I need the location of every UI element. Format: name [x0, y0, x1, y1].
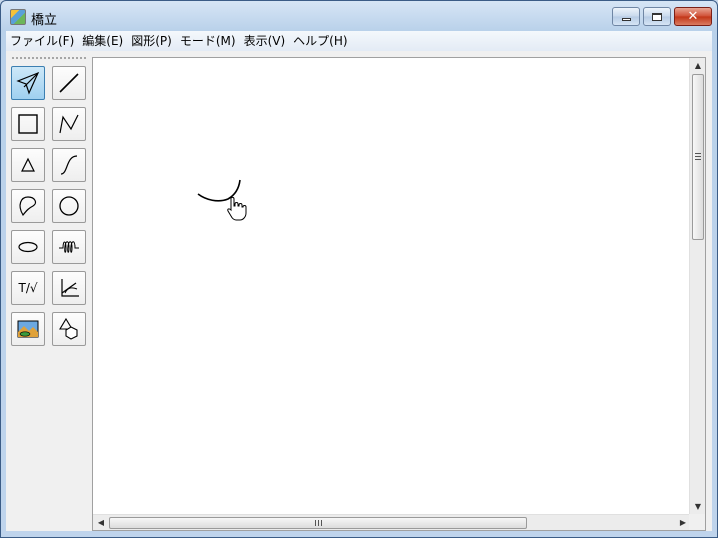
select-tool-button[interactable]	[11, 66, 45, 100]
menu-shape[interactable]: 図形(P)	[127, 32, 176, 51]
curve-tool-button[interactable]	[52, 148, 86, 182]
curve-icon	[60, 155, 78, 175]
image-tool-button[interactable]	[11, 312, 45, 346]
solid-shapes-icon	[59, 317, 78, 340]
line-icon	[59, 73, 79, 93]
hand-pointer-icon	[227, 196, 247, 221]
drawing-canvas-frame: ▲ ▼ ◀ ▶	[92, 57, 706, 531]
menu-view[interactable]: 表示(V)	[240, 32, 290, 51]
triangle-tool-button[interactable]	[11, 148, 45, 182]
arrow-select-icon	[16, 71, 40, 95]
rectangle-tool-button[interactable]	[11, 107, 45, 141]
scrollbar-corner	[689, 514, 705, 530]
freeform-tool-button[interactable]	[11, 189, 45, 223]
spring-icon	[59, 241, 79, 253]
line-tool-button[interactable]	[52, 66, 86, 100]
toolbox: T/√	[6, 51, 90, 531]
square-icon	[18, 114, 38, 134]
solid-shapes-tool-button[interactable]	[52, 312, 86, 346]
title-bar[interactable]: 橋立 ✕	[1, 1, 717, 31]
text-formula-tool-button[interactable]: T/√	[11, 271, 45, 305]
scroll-up-arrow-icon[interactable]: ▲	[690, 58, 706, 74]
close-button[interactable]: ✕	[674, 7, 712, 26]
close-icon: ✕	[687, 9, 699, 24]
app-window: 橋立 ✕ ファイル(F) 編集(E) 図形(P) モード(M) 表示(V) ヘル…	[0, 0, 718, 538]
vertical-scroll-thumb[interactable]	[692, 74, 704, 240]
ellipse-icon	[18, 241, 38, 253]
vertical-scrollbar[interactable]: ▲ ▼	[689, 58, 705, 515]
horizontal-scroll-thumb[interactable]	[109, 517, 527, 529]
freeform-icon	[19, 196, 37, 217]
spring-tool-button[interactable]	[52, 230, 86, 264]
canvas-drawing-layer	[197, 179, 247, 221]
maximize-button[interactable]	[643, 7, 671, 26]
scroll-down-arrow-icon[interactable]: ▼	[690, 499, 706, 515]
horizontal-scrollbar[interactable]: ◀ ▶	[93, 514, 691, 530]
menu-mode[interactable]: モード(M)	[176, 32, 240, 51]
app-icon	[10, 9, 26, 25]
polyline-icon	[59, 114, 79, 134]
menu-edit[interactable]: 編集(E)	[78, 32, 127, 51]
graph-axes-icon	[61, 279, 79, 297]
ellipse-tool-button[interactable]	[11, 230, 45, 264]
graph-tool-button[interactable]	[52, 271, 86, 305]
scroll-left-arrow-icon[interactable]: ◀	[93, 515, 109, 531]
minimize-icon	[621, 18, 631, 21]
circle-tool-button[interactable]	[52, 189, 86, 223]
text-formula-icon: T/√	[18, 281, 38, 295]
maximize-icon	[652, 12, 662, 21]
thumb-grip-icon	[695, 153, 701, 160]
menu-file[interactable]: ファイル(F)	[6, 32, 78, 51]
polyline-tool-button[interactable]	[52, 107, 86, 141]
menu-bar: ファイル(F) 編集(E) 図形(P) モード(M) 表示(V) ヘルプ(H)	[6, 31, 712, 51]
window-title: 橋立	[31, 13, 58, 28]
circle-icon	[59, 196, 79, 216]
menu-help[interactable]: ヘルプ(H)	[289, 32, 351, 51]
image-icon	[17, 320, 39, 338]
client-area: T/√ ▲ ▼ ◀ ▶	[6, 51, 712, 531]
drawing-canvas[interactable]	[93, 58, 691, 515]
toolbox-grip[interactable]	[11, 56, 87, 60]
triangle-icon	[21, 157, 35, 172]
thumb-grip-icon	[315, 520, 322, 526]
minimize-button[interactable]	[612, 7, 640, 26]
